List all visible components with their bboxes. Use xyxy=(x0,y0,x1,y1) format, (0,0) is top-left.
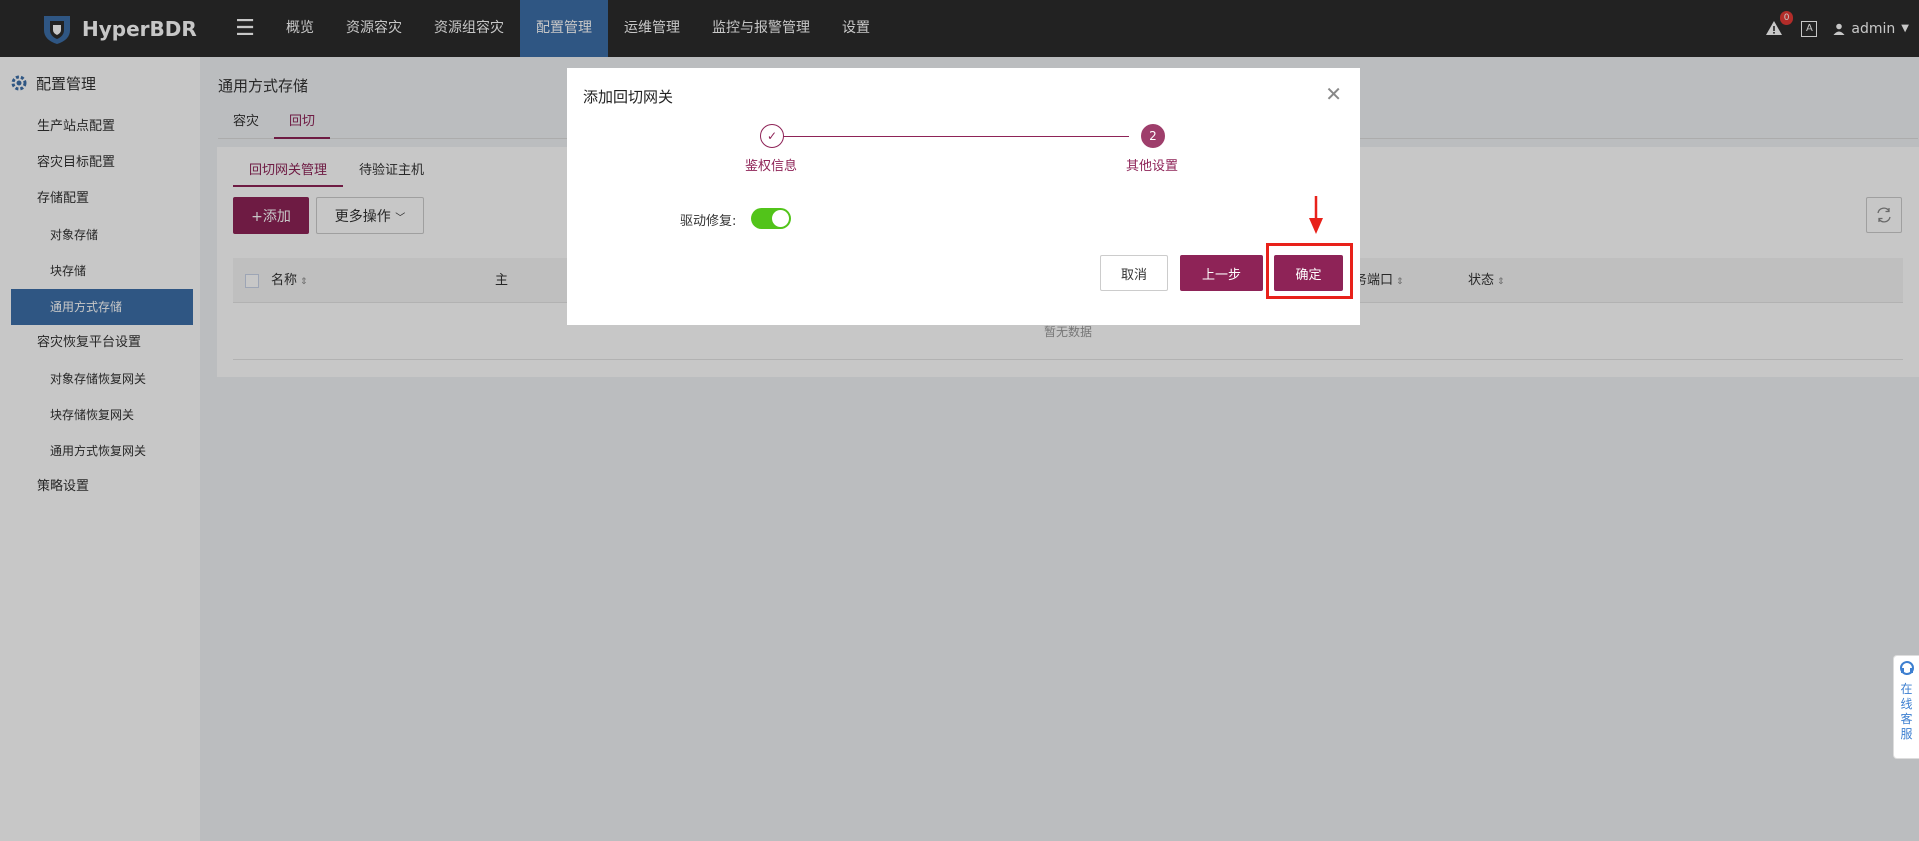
add-gateway-modal: 添加回切网关 ✕ ✓ 2 鉴权信息 其他设置 驱动修复: 取消 上一步 确定 xyxy=(567,68,1360,325)
driver-repair-label: 驱动修复: xyxy=(680,214,737,229)
cancel-button[interactable]: 取消 xyxy=(1100,255,1168,291)
modal-title: 添加回切网关 xyxy=(583,88,674,106)
online-support-label: 在线客服 xyxy=(1900,682,1913,741)
step-1-check-icon: ✓ xyxy=(760,124,784,148)
step-1-label: 鉴权信息 xyxy=(745,159,798,174)
highlight-box xyxy=(1266,243,1353,299)
step-2-number: 2 xyxy=(1141,124,1165,148)
toggle-knob xyxy=(772,210,789,227)
arrow-down-icon xyxy=(1309,196,1323,234)
online-support-widget[interactable]: 在线客服 xyxy=(1893,655,1919,759)
wizard-steps: ✓ 2 鉴权信息 其他设置 xyxy=(567,124,1360,174)
step-connector xyxy=(767,136,1129,137)
step-2-label: 其他设置 xyxy=(1126,159,1179,174)
headset-icon xyxy=(1899,661,1914,675)
previous-step-button[interactable]: 上一步 xyxy=(1180,255,1263,291)
close-icon[interactable]: ✕ xyxy=(1325,84,1342,104)
driver-repair-toggle[interactable] xyxy=(751,208,791,229)
